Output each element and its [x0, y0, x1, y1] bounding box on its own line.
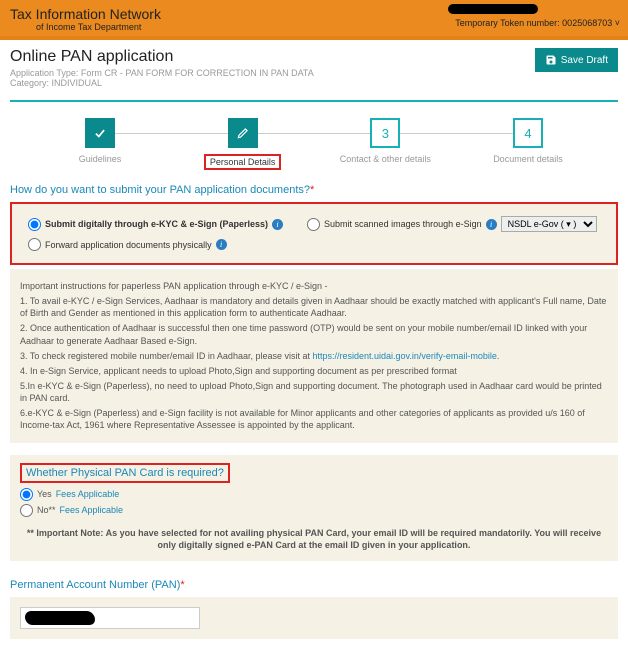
info-icon[interactable]: i — [486, 219, 497, 230]
radio-ekyc-esign[interactable] — [28, 218, 41, 231]
check-icon — [93, 126, 107, 140]
step-personal-details[interactable]: Personal Details — [183, 118, 303, 170]
option-scanned-esign[interactable]: Submit scanned images through e-Sign i N… — [307, 216, 597, 232]
pencil-icon — [236, 126, 250, 140]
token-dropdown[interactable]: Temporary Token number: 0025068703 ˅ — [455, 18, 620, 28]
radio-scanned-esign[interactable] — [307, 218, 320, 231]
submit-options-box: Submit digitally through e-KYC & e-Sign … — [10, 202, 618, 265]
radio-physical-forward[interactable] — [28, 238, 41, 251]
redacted-graphic — [448, 4, 538, 14]
important-note: ** Important Note: As you have selected … — [24, 527, 604, 551]
physical-yes-row[interactable]: Yes Fees Applicable — [20, 488, 608, 501]
info-icon[interactable]: i — [272, 219, 283, 230]
esign-provider-select[interactable]: NSDL e-Gov ( ▾ ) — [501, 216, 597, 232]
option-physical-forward[interactable]: Forward application documents physically… — [28, 238, 227, 251]
info-icon[interactable]: i — [216, 239, 227, 250]
physical-heading-highlight: Whether Physical PAN Card is required? — [20, 463, 230, 483]
physical-no-row[interactable]: No** Fees Applicable — [20, 504, 608, 517]
fees-link-no[interactable]: Fees Applicable — [60, 505, 124, 515]
step-document-details[interactable]: 4 Document details — [468, 118, 588, 164]
fees-link-yes[interactable]: Fees Applicable — [56, 489, 120, 499]
physical-card-heading: Whether Physical PAN Card is required? — [26, 467, 224, 479]
category-line: Category: INDIVIDUAL — [10, 78, 314, 88]
step-contact-details[interactable]: 3 Contact & other details — [325, 118, 445, 164]
redacted-value — [25, 611, 95, 625]
radio-physical-yes[interactable] — [20, 488, 33, 501]
step-guidelines[interactable]: Guidelines — [40, 118, 160, 164]
radio-physical-no[interactable] — [20, 504, 33, 517]
pan-input[interactable] — [20, 607, 200, 629]
save-draft-button[interactable]: Save Draft — [535, 48, 618, 72]
uidai-verify-link[interactable]: https://resident.uidai.gov.in/verify-ema… — [313, 351, 497, 361]
header-bar: Tax Information Network of Income Tax De… — [0, 0, 628, 36]
app-type-line: Application Type: Form CR - PAN FORM FOR… — [10, 68, 314, 78]
save-icon — [545, 54, 557, 66]
pan-input-section — [10, 597, 618, 639]
option-ekyc-esign[interactable]: Submit digitally through e-KYC & e-Sign … — [28, 216, 283, 232]
divider-teal — [10, 100, 618, 102]
pan-heading: Permanent Account Number (PAN)* — [10, 579, 618, 591]
page-title: Online PAN application — [10, 48, 314, 66]
instructions-box: Important instructions for paperless PAN… — [10, 269, 618, 443]
step-tracker: Guidelines Personal Details 3 Contact & … — [40, 118, 588, 170]
submit-question: How do you want to submit your PAN appli… — [10, 184, 618, 196]
physical-card-box: Whether Physical PAN Card is required? Y… — [10, 455, 618, 561]
